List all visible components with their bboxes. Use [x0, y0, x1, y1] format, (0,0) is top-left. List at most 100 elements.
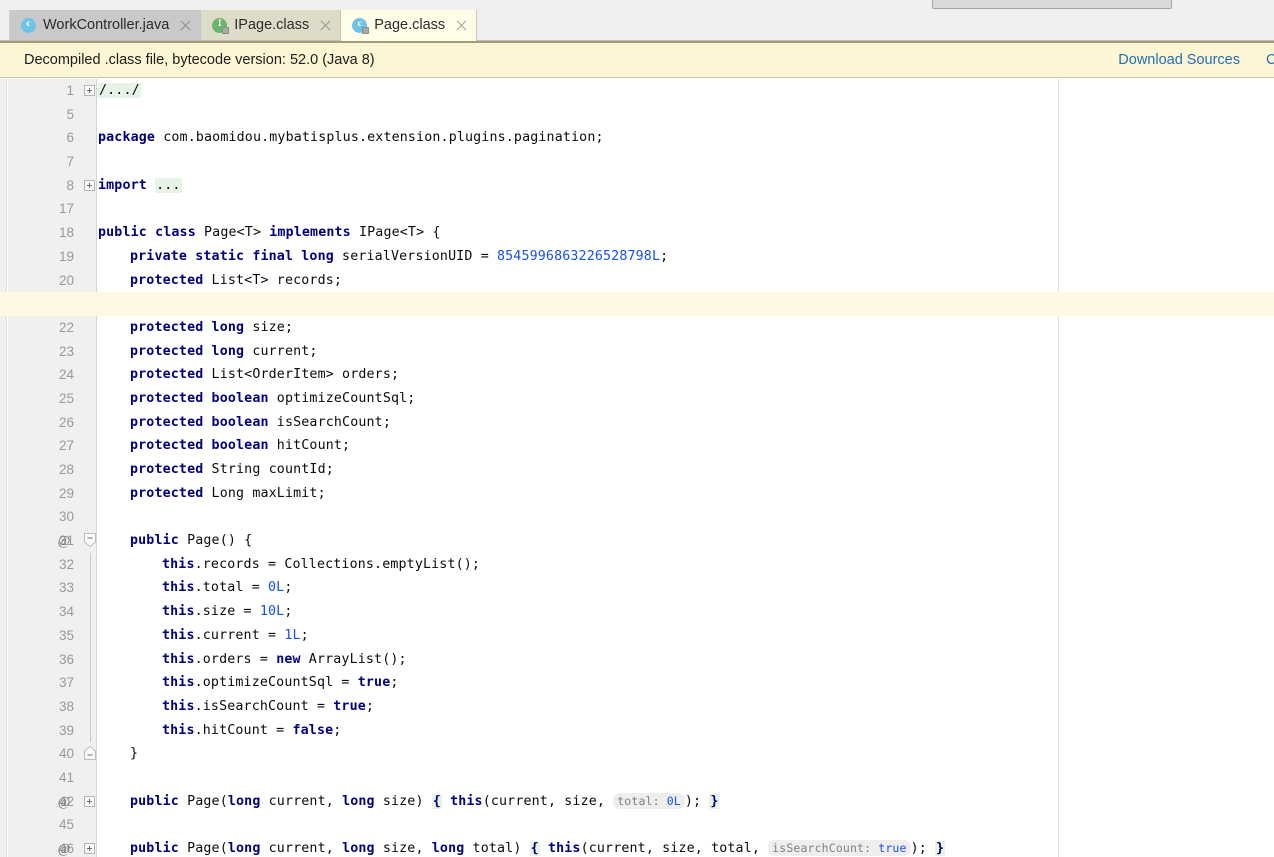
fold-gutter-cell[interactable] [83, 790, 96, 814]
collapse-fold-icon[interactable] [83, 533, 96, 548]
fold-gutter-cell[interactable] [83, 671, 96, 695]
code-line[interactable]: protected boolean optimizeCountSql; [97, 387, 1274, 411]
fold-gutter-cell[interactable] [83, 623, 96, 648]
code-line[interactable]: public class Page<T> implements IPage<T>… [97, 221, 1274, 245]
fold-gutter-cell[interactable] [83, 718, 96, 743]
folded-code-placeholder[interactable]: ... [155, 177, 182, 193]
code-line[interactable]: this.optimizeCountSql = true; [97, 671, 1274, 695]
collapse-fold-icon[interactable] [83, 746, 96, 761]
code-line[interactable] [97, 197, 1274, 221]
folded-body-brace[interactable]: } [935, 841, 946, 856]
fold-gutter-cell[interactable] [83, 79, 96, 103]
fold-gutter-cell[interactable] [83, 576, 96, 601]
code-line[interactable]: this.hitCount = false; [97, 719, 1274, 743]
code-line[interactable]: package com.baomidou.mybatisplus.extensi… [97, 126, 1274, 150]
close-icon[interactable] [179, 19, 192, 32]
gutter-row[interactable]: 39 [8, 719, 83, 743]
expand-fold-icon[interactable] [84, 795, 95, 807]
code-line[interactable]: protected boolean isSearchCount; [97, 411, 1274, 435]
gutter-row[interactable]: 30 [8, 505, 83, 529]
gutter-row[interactable]: 46 [8, 837, 83, 857]
code-line[interactable]: this.size = 10L; [97, 600, 1274, 624]
annotation-strip[interactable] [0, 79, 7, 857]
gutter-row[interactable]: 27 [8, 434, 83, 458]
gutter-row[interactable]: 1 [8, 79, 83, 103]
gutter-row[interactable]: 35 [8, 624, 83, 648]
gutter-row[interactable]: 25 [8, 387, 83, 411]
code-line[interactable]: protected long total; [0, 292, 1274, 316]
gutter-row[interactable]: 29 [8, 482, 83, 506]
code-line[interactable]: public Page(long current, long size) { t… [97, 790, 1274, 814]
gutter-row[interactable]: 33 [8, 576, 83, 600]
expand-fold-icon[interactable] [84, 179, 95, 191]
gutter-row[interactable]: 5 [8, 103, 83, 127]
gutter-row[interactable]: 37 [8, 671, 83, 695]
code-line[interactable] [97, 505, 1274, 529]
search-field-stub[interactable] [932, 0, 1172, 9]
folded-code-placeholder[interactable]: /.../ [98, 83, 141, 98]
code-line[interactable]: /.../ [97, 79, 1274, 103]
code-line[interactable] [97, 813, 1274, 837]
code-line[interactable] [97, 766, 1274, 790]
editor-tab-workcontroller-java[interactable]: c WorkController.java [10, 10, 202, 40]
gutter-row[interactable]: 40 [8, 742, 83, 766]
code-line[interactable]: protected List<OrderItem> orders; [97, 363, 1274, 387]
gutter-row[interactable]: 42 [8, 790, 83, 814]
fold-gutter-cell[interactable] [83, 174, 96, 198]
code-line[interactable]: public Page(long current, long size, lon… [97, 837, 1274, 857]
gutter-row[interactable]: 8 [8, 174, 83, 198]
code-line[interactable] [97, 103, 1274, 127]
code-line[interactable]: this.isSearchCount = true; [97, 695, 1274, 719]
editor-tab-page-class[interactable]: c Page.class [341, 10, 478, 41]
fold-gutter-cell[interactable] [83, 694, 96, 719]
code-line[interactable]: this.total = 0L; [97, 576, 1274, 600]
line-number-gutter[interactable]: 1 5 6 7 8 17 18 19 20 21 22 23 24 25 26 27 28 29 30 31 32 33 3… [8, 79, 102, 857]
code-line[interactable]: protected long size; [97, 316, 1274, 340]
gutter-row[interactable]: 31 [8, 529, 83, 553]
folded-body-brace[interactable]: } [709, 793, 720, 809]
code-line[interactable]: } [97, 742, 1274, 766]
close-icon[interactable] [455, 19, 468, 32]
code-line[interactable]: this.records = Collections.emptyList(); [97, 553, 1274, 577]
close-icon[interactable] [319, 19, 332, 32]
gutter-row[interactable]: 22 [8, 316, 83, 340]
gutter-row[interactable]: 6 [8, 126, 83, 150]
gutter-row[interactable]: 17 [8, 197, 83, 221]
folded-body-brace[interactable]: { [529, 841, 540, 856]
code-line[interactable]: protected List<T> records; [97, 269, 1274, 293]
code-line[interactable]: protected Long maxLimit; [97, 482, 1274, 506]
gutter-row[interactable]: 19 [8, 245, 83, 269]
fold-gutter-cell[interactable] [83, 529, 96, 553]
fold-gutter-cell[interactable] [83, 647, 96, 672]
gutter-row[interactable]: 23 [8, 340, 83, 364]
notification-clipped-action[interactable]: C [1266, 52, 1274, 68]
gutter-row[interactable]: 18 [8, 221, 83, 245]
gutter-row[interactable]: 32 [8, 553, 83, 577]
fold-gutter-cell[interactable] [83, 742, 96, 766]
code-line[interactable]: protected long current; [97, 340, 1274, 364]
code-editor[interactable]: 1 5 6 7 8 17 18 19 20 21 22 23 24 25 26 27 28 29 30 31 32 33 3… [0, 79, 1274, 857]
folded-body-brace[interactable]: { [431, 793, 442, 809]
fold-gutter-cell[interactable] [83, 837, 96, 857]
code-text-area[interactable]: /.../ package com.baomidou.mybatisplus.ex… [0, 79, 1274, 857]
gutter-row[interactable]: 20 [8, 269, 102, 293]
gutter-row[interactable]: 26 [8, 411, 83, 435]
code-line[interactable]: protected String countId; [97, 458, 1274, 482]
fold-gutter-cell[interactable] [83, 552, 96, 577]
code-line[interactable]: this.orders = new ArrayList(); [97, 648, 1274, 672]
gutter-row[interactable]: 36 [8, 648, 83, 672]
gutter-row[interactable]: 7 [8, 150, 83, 174]
fold-gutter-cell[interactable] [83, 600, 96, 624]
gutter-row[interactable]: 45 [8, 813, 83, 837]
download-sources-link[interactable]: Download Sources [1118, 52, 1240, 68]
code-line[interactable]: private static final long serialVersionU… [97, 245, 1274, 269]
expand-fold-icon[interactable] [84, 85, 95, 96]
expand-fold-icon[interactable] [84, 843, 95, 854]
code-line[interactable]: public Page() { [97, 529, 1274, 553]
editor-tab-ipage-class[interactable]: I IPage.class [201, 10, 342, 40]
code-line[interactable]: this.current = 1L; [97, 624, 1274, 648]
code-folding-strip[interactable] [83, 79, 97, 857]
code-line[interactable]: import ... [97, 174, 1274, 198]
gutter-row[interactable]: 41 [8, 766, 83, 790]
code-line[interactable]: protected boolean hitCount; [97, 434, 1274, 458]
